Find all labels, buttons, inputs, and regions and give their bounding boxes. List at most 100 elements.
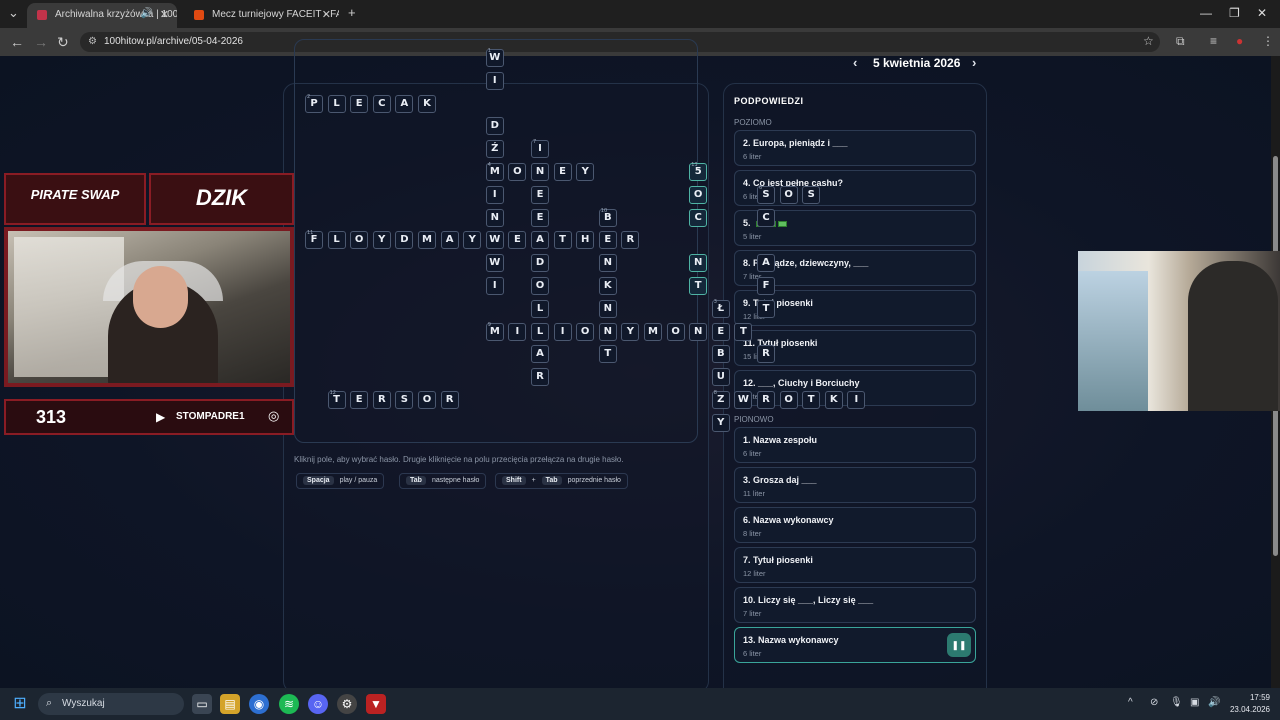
- crossword-cell[interactable]: 6S: [757, 185, 775, 204]
- windows-start-icon[interactable]: ⊞: [10, 694, 30, 714]
- media-icon[interactable]: ≡: [1210, 34, 1217, 48]
- crossword-cell[interactable]: D: [395, 231, 414, 250]
- chrome-icon[interactable]: ◉: [249, 694, 269, 714]
- network-icon[interactable]: ▣: [1190, 697, 1199, 708]
- tab-faceit[interactable]: Mecz turniejowy FACEIT - FACE ✕: [184, 3, 339, 28]
- crossword-cell[interactable]: N: [598, 322, 617, 341]
- crossword-cell[interactable]: D: [531, 254, 549, 273]
- crossword-cell[interactable]: 13 5: [689, 162, 708, 181]
- tray-icon[interactable]: ⊘: [1150, 697, 1158, 708]
- crossword-cell[interactable]: N: [531, 163, 549, 181]
- menu-icon[interactable]: ⋮: [1262, 34, 1274, 48]
- crossword-cell[interactable]: A: [531, 345, 549, 364]
- crossword-cell[interactable]: C: [372, 94, 391, 113]
- restore-icon[interactable]: ❐: [1229, 6, 1240, 20]
- crossword-cell[interactable]: O: [576, 322, 595, 341]
- crossword-cell[interactable]: I: [485, 185, 504, 204]
- close-window-icon[interactable]: ✕: [1257, 6, 1267, 20]
- spotify-icon[interactable]: ≋: [279, 694, 299, 714]
- close-tab-icon[interactable]: ✕: [322, 8, 331, 21]
- tab-search-icon[interactable]: ⌄: [8, 5, 19, 21]
- crossword-cell[interactable]: L: [327, 94, 346, 113]
- crossword-cell[interactable]: 3Ł: [711, 299, 730, 318]
- crossword-cell[interactable]: N: [598, 299, 617, 318]
- crossword-cell[interactable]: L: [531, 299, 549, 318]
- crossword-cell[interactable]: L: [531, 322, 549, 341]
- crossword-cell[interactable]: I: [847, 391, 866, 409]
- crossword-cell[interactable]: F: [757, 277, 775, 295]
- crossword-cell[interactable]: Ź: [485, 140, 504, 159]
- clue-item[interactable]: 6. Nazwa wykonawcy 8 liter: [734, 507, 976, 543]
- taskbar-search[interactable]: ⌕ Wyszukaj: [38, 693, 184, 715]
- crossword-cell[interactable]: 10 B: [598, 208, 617, 227]
- site-info-icon[interactable]: ⚙: [88, 36, 97, 47]
- crossword-cell[interactable]: 11 F: [305, 230, 323, 250]
- crossword-cell[interactable]: Y: [711, 413, 730, 432]
- crossword-cell[interactable]: B: [711, 345, 730, 364]
- crossword-cell[interactable]: K: [598, 277, 617, 295]
- profile-avatar[interactable]: ●: [1236, 34, 1243, 48]
- close-tab-icon[interactable]: ✕: [160, 8, 169, 21]
- forward-icon[interactable]: →: [34, 34, 48, 50]
- crossword-cell[interactable]: O: [779, 391, 798, 409]
- crossword-cell[interactable]: N: [598, 254, 617, 273]
- crossword-cell[interactable]: E: [711, 322, 730, 341]
- crossword-cell[interactable]: 2P: [305, 94, 323, 113]
- crossword-cell[interactable]: 9M: [485, 322, 504, 341]
- crossword-cell[interactable]: R: [621, 231, 640, 250]
- crossword-cell[interactable]: N: [485, 208, 504, 227]
- crossword-cell[interactable]: O: [779, 185, 798, 204]
- crossword-cell[interactable]: M: [418, 231, 436, 250]
- crossword-cell[interactable]: T: [802, 391, 821, 409]
- crossword-cell[interactable]: R: [757, 391, 775, 409]
- crossword-cell[interactable]: T: [689, 277, 708, 295]
- tab-crossword[interactable]: Archiwalna krzyżówka | 100 🔊 ✕: [27, 3, 177, 28]
- crossword-cell[interactable]: H: [576, 231, 595, 250]
- crossword-cell[interactable]: O: [666, 322, 685, 341]
- crossword-cell[interactable]: A: [395, 94, 414, 113]
- back-icon[interactable]: ←: [10, 34, 24, 50]
- crossword-cell[interactable]: O: [418, 391, 436, 409]
- clue-item[interactable]: 3. Grosza daj ___ 11 liter: [734, 467, 976, 503]
- clue-item[interactable]: 7. Tytuł piosenki 12 liter: [734, 547, 976, 583]
- crossword-cell[interactable]: T: [734, 322, 753, 341]
- crossword-cell[interactable]: M: [644, 322, 662, 341]
- clue-item[interactable]: 2. Europa, pieniądz i ___ 6 liter: [734, 130, 976, 166]
- crossword-cell[interactable]: 7I: [531, 139, 549, 159]
- crossword-cell[interactable]: E: [553, 163, 572, 181]
- minimize-icon[interactable]: —: [1200, 6, 1212, 20]
- steam-icon[interactable]: ⚙: [337, 694, 357, 714]
- crossword-cell[interactable]: I: [485, 277, 504, 295]
- crossword-cell[interactable]: U: [711, 368, 730, 387]
- crossword-cell[interactable]: S: [395, 391, 414, 409]
- crossword-cell[interactable]: A: [440, 231, 459, 250]
- crossword-cell[interactable]: D: [485, 117, 504, 136]
- crossword-cell[interactable]: T: [757, 299, 775, 318]
- crossword-cell[interactable]: T: [553, 231, 572, 250]
- new-tab-icon[interactable]: +: [348, 5, 356, 20]
- mic-icon[interactable]: 🎙: [1170, 697, 1183, 708]
- crossword-cell[interactable]: K: [418, 94, 436, 113]
- crossword-cell[interactable]: E: [350, 94, 369, 113]
- crossword-cell[interactable]: A: [757, 254, 775, 273]
- crossword-cell[interactable]: T: [598, 345, 617, 364]
- crossword-cell[interactable]: O: [350, 231, 369, 250]
- crossword-cell[interactable]: E: [531, 185, 549, 204]
- crossword-cell[interactable]: R: [372, 391, 391, 409]
- clue-item[interactable]: 13. Nazwa wykonawcy 6 liter ❚❚: [734, 627, 976, 663]
- task-view-icon[interactable]: ▭: [192, 694, 212, 714]
- crossword-cell[interactable]: R: [440, 391, 459, 409]
- crossword-cell[interactable]: C: [689, 208, 708, 227]
- crossword-cell[interactable]: O: [689, 185, 708, 204]
- crossword-cell[interactable]: Y: [621, 322, 640, 341]
- crossword-cell[interactable]: 4M: [485, 162, 504, 181]
- crossword-cell[interactable]: O: [508, 163, 527, 181]
- crossword-cell[interactable]: Y: [576, 163, 595, 181]
- crossword-cell[interactable]: C: [757, 208, 775, 227]
- crossword-cell[interactable]: N: [689, 254, 708, 273]
- faceit-icon[interactable]: ▼: [366, 694, 386, 714]
- crossword-cell[interactable]: Y: [372, 231, 391, 250]
- reload-icon[interactable]: ↻: [57, 34, 69, 51]
- chevron-left-icon[interactable]: ‹: [853, 56, 857, 70]
- crossword-cell[interactable]: A: [531, 231, 549, 250]
